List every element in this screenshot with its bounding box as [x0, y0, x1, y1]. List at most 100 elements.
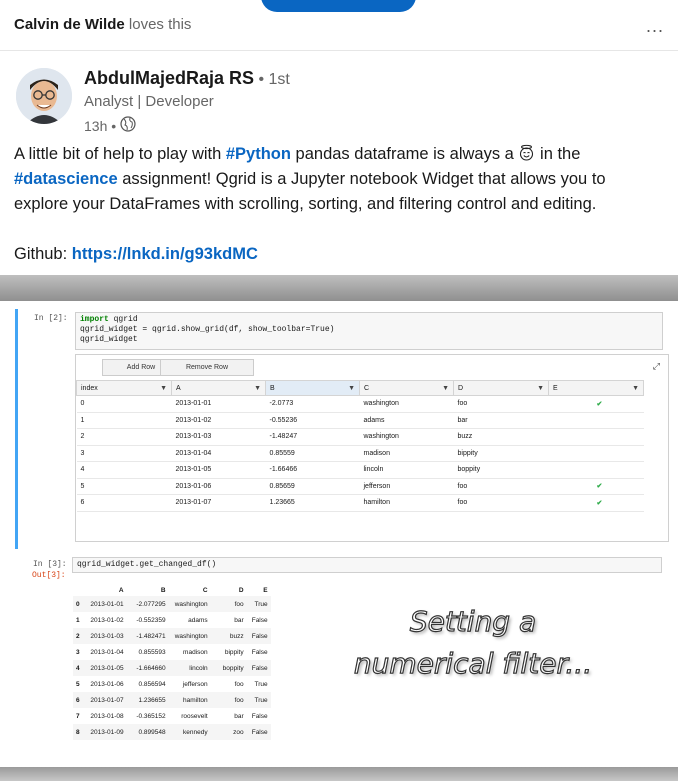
expand-icon[interactable]: ⤢: [653, 361, 660, 372]
table-cell: lincoln: [359, 461, 454, 479]
table-cell: madison: [183, 648, 208, 656]
grid-header[interactable]: index ▼: [76, 380, 172, 396]
table-cell: 0.855593: [138, 648, 166, 656]
grid-header-row: index ▼ A ▼ B ▼ C ▼ D ▼ E ▼: [76, 380, 644, 396]
df-row: 7 2013-01-08 -0.365152 roosevelt bar False: [73, 708, 271, 724]
overlay-line: numerical filter...: [353, 646, 593, 680]
table-cell: 2013-01-05: [171, 461, 266, 479]
table-cell: bippity: [453, 445, 549, 462]
table-cell: True: [246, 596, 271, 612]
connection-degree: • 1st: [258, 71, 290, 88]
author-block: AbdulMajedRaja RS • 1st Analyst | Develo…: [84, 68, 290, 135]
grid-row[interactable]: 5 2013-01-06 0.85659 jefferson foo ✔: [76, 478, 644, 495]
grid-row[interactable]: 4 2013-01-05 -1.66466 lincoln boppity: [76, 461, 644, 479]
table-cell: 0: [76, 395, 172, 413]
table-cell: True: [254, 680, 268, 688]
table-cell: -0.552359: [136, 616, 166, 624]
output-prompt: Out[3]:: [32, 571, 66, 580]
author-avatar[interactable]: [16, 68, 72, 124]
table-cell: 2: [76, 428, 172, 446]
table-cell: False: [246, 660, 271, 676]
filter-icon: ▼: [348, 384, 355, 392]
table-cell: lincoln: [168, 660, 211, 676]
social-actor[interactable]: Calvin de Wilde: [14, 16, 125, 33]
table-cell: False: [246, 628, 271, 644]
table-cell: 4: [76, 461, 172, 479]
table-cell: jefferson: [182, 680, 208, 688]
table-cell: 1.23665: [265, 494, 360, 512]
table-cell: foo: [234, 680, 244, 688]
table-cell: washington: [359, 428, 454, 446]
table-cell: foo: [453, 494, 549, 512]
table-cell: adams: [359, 412, 454, 429]
grid-row[interactable]: 1 2013-01-02 -0.55236 adams bar: [76, 412, 644, 429]
table-cell: bar: [234, 616, 244, 624]
grid-row[interactable]: 0 2013-01-01 -2.0773 washington foo ✔: [76, 395, 644, 413]
table-cell: bar: [453, 412, 549, 429]
overlay-caption: Setting a numerical filter...: [328, 601, 618, 685]
table-cell: False: [251, 616, 268, 624]
grid-header[interactable]: E ▼: [548, 380, 644, 396]
code-keyword: import: [80, 315, 109, 324]
hashtag-python[interactable]: #Python: [226, 145, 291, 163]
author-name[interactable]: AbdulMajedRaja RS: [84, 68, 254, 88]
grid-row[interactable]: 2 2013-01-03 -1.48247 washington buzz: [76, 428, 644, 446]
table-cell: -1.482471: [126, 628, 169, 644]
overlay-line: Setting a: [409, 604, 537, 638]
table-cell: 0.85659: [265, 478, 360, 495]
github-link[interactable]: https://lnkd.in/g93kdMC: [72, 245, 258, 263]
grid-header[interactable]: B ▼: [265, 380, 360, 396]
grid-header[interactable]: C ▼: [359, 380, 454, 396]
remove-row-button[interactable]: Remove Row: [160, 359, 254, 376]
filter-icon: ▼: [254, 384, 261, 392]
post-text: A little bit of help to play with: [14, 145, 226, 163]
table-cell: [548, 412, 644, 429]
table-cell: 2013-01-01: [171, 395, 266, 413]
table-cell: ✔: [548, 478, 644, 495]
post-text: in the: [535, 145, 581, 163]
smiling-face-with-halo-icon: [518, 144, 535, 163]
table-cell: B: [160, 587, 166, 594]
table-cell: 2: [73, 628, 83, 644]
qgrid-table: index ▼ A ▼ B ▼ C ▼ D ▼ E ▼ 0 2013-01-01 -2.0773…: [76, 380, 644, 512]
table-cell: roosevelt: [181, 712, 208, 720]
table-cell: 0.856594: [138, 680, 166, 688]
df-row: 5 2013-01-06 0.856594 jefferson foo True: [73, 676, 271, 692]
post-time: 13h •: [84, 116, 290, 135]
table-cell: 2013-01-06: [90, 680, 124, 688]
table-cell: bippity: [224, 648, 244, 656]
table-cell: D: [238, 587, 244, 594]
table-cell: bar: [234, 712, 244, 720]
table-cell: buzz: [210, 628, 247, 644]
table-cell: 2013-01-02: [90, 616, 124, 624]
table-cell: zoo: [210, 724, 247, 740]
table-cell: foo: [453, 478, 549, 495]
table-cell: adams: [188, 616, 208, 624]
table-cell: E: [263, 587, 268, 594]
table-cell: 2013-01-07: [171, 494, 266, 512]
table-cell: kennedy: [168, 724, 211, 740]
table-cell: 2013-01-07: [82, 692, 127, 708]
grid-header[interactable]: A ▼: [171, 380, 266, 396]
post-media[interactable]: In [2]: import qgrid qgrid_widget = qgri…: [0, 275, 678, 781]
grid-row[interactable]: 6 2013-01-07 1.23665 hamilton foo ✔: [76, 494, 644, 512]
post-timestamp: 13h •: [84, 117, 117, 134]
hashtag-datascience[interactable]: #datascience: [14, 170, 118, 188]
globe-icon: [120, 116, 136, 135]
table-cell: 0.899548: [126, 724, 169, 740]
table-cell: 7: [76, 712, 80, 720]
df-row: 1 2013-01-02 -0.552359 adams bar False: [73, 612, 271, 628]
table-cell: 2013-01-03: [171, 428, 266, 446]
table-cell: [548, 428, 644, 446]
table-cell: buzz: [453, 428, 549, 446]
more-icon[interactable]: ...: [646, 16, 664, 37]
grid-row[interactable]: 3 2013-01-04 0.85559 madison bippity: [76, 445, 644, 462]
df-row: 4 2013-01-05 -1.664660 lincoln boppity False: [73, 660, 271, 676]
table-cell: False: [251, 648, 268, 656]
table-cell: 2013-01-04: [171, 445, 266, 462]
table-cell: 0: [73, 596, 83, 612]
df-row: 2 2013-01-03 -1.482471 washington buzz False: [73, 628, 271, 644]
table-cell: A: [118, 587, 124, 594]
grid-header[interactable]: D ▼: [453, 380, 549, 396]
table-cell: ✔: [548, 395, 644, 413]
